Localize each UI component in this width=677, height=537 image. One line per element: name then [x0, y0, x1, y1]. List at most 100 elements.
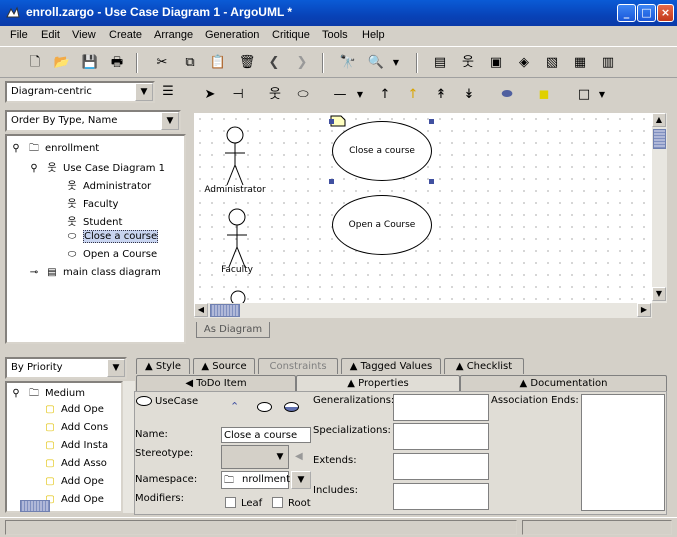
- tab-constraints[interactable]: Constraints: [258, 358, 338, 374]
- scroll-right-icon[interactable]: ▶: [637, 303, 651, 317]
- broom-tool-icon[interactable]: ⊣: [228, 85, 248, 105]
- menu-view[interactable]: View: [72, 29, 96, 41]
- todo-item[interactable]: ▢ Add Insta: [43, 440, 108, 451]
- scroll-thumb[interactable]: [653, 129, 666, 149]
- menu-critique[interactable]: Critique: [272, 29, 310, 41]
- find-icon[interactable]: 🔭: [338, 53, 358, 73]
- order-combo[interactable]: Order By Type, Name ▼: [5, 110, 181, 132]
- leaf-checkbox[interactable]: [225, 497, 236, 509]
- usecase-open-course[interactable]: Open a Course: [332, 195, 432, 255]
- specializations-list[interactable]: [393, 423, 489, 450]
- deployment-diagram-icon[interactable]: ▥: [598, 53, 618, 73]
- selection-handle[interactable]: [329, 119, 334, 124]
- sequence-diagram-icon[interactable]: ▦: [570, 53, 590, 73]
- namespace-combo[interactable]: 🗀 nrollment: [221, 471, 290, 489]
- tab-documentation[interactable]: ▲ Documentation: [460, 375, 667, 391]
- zoom-dropdown-icon[interactable]: ▼: [386, 53, 406, 73]
- select-tool-icon[interactable]: ➤: [200, 85, 220, 105]
- todo-scroll-thumb[interactable]: [20, 500, 50, 512]
- todo-item[interactable]: ▢ Add Cons: [43, 422, 108, 433]
- tree-node-enrollment[interactable]: ⚲ 🗀 enrollment: [9, 141, 99, 158]
- expand-handle-icon[interactable]: ⊸: [27, 267, 41, 278]
- actor-figure-student[interactable]: [230, 289, 246, 303]
- tree-node-usecase-diagram[interactable]: ⚲ 웃 Use Case Diagram 1: [27, 159, 165, 174]
- expand-handle-icon[interactable]: ⚲: [27, 163, 41, 174]
- rectangle-tool-icon[interactable]: □: [574, 85, 594, 105]
- tab-checklist[interactable]: ▲ Checklist: [444, 358, 524, 374]
- new-extension-point-icon[interactable]: [284, 402, 299, 412]
- cut-icon[interactable]: ✂: [152, 53, 172, 73]
- diagram-horizontal-scrollbar[interactable]: ◀ ▶: [194, 303, 652, 318]
- tree-node-class-diagram[interactable]: ⊸ ▤ main class diagram: [27, 267, 161, 278]
- selection-handle[interactable]: [329, 179, 334, 184]
- todo-item[interactable]: ▢ Add Asso: [43, 458, 107, 469]
- tree-node-student[interactable]: 웃 Student: [65, 213, 122, 228]
- comment-tool-icon[interactable]: ◼: [534, 85, 554, 105]
- chevron-down-icon[interactable]: ▼: [592, 85, 612, 105]
- generalization-tool-icon[interactable]: ↑: [403, 85, 423, 105]
- perspective-combo[interactable]: Diagram-centric ▼: [5, 81, 155, 103]
- scroll-down-icon[interactable]: ▼: [652, 287, 666, 301]
- chevron-down-icon[interactable]: ▼: [135, 83, 153, 101]
- expand-handle-icon[interactable]: ⚲: [9, 388, 23, 399]
- todo-item[interactable]: ▢Add Ope: [43, 404, 104, 415]
- includes-list[interactable]: [393, 483, 489, 510]
- collaboration-diagram-icon[interactable]: ▧: [542, 53, 562, 73]
- chevron-down-icon[interactable]: ▼: [161, 112, 179, 130]
- menu-generation[interactable]: Generation: [205, 29, 259, 41]
- copy-icon[interactable]: ⧉: [180, 53, 200, 73]
- save-icon[interactable]: 💾: [80, 53, 100, 73]
- new-file-icon[interactable]: 🗋: [25, 53, 45, 73]
- selection-handle[interactable]: [429, 179, 434, 184]
- back-icon[interactable]: ❮: [264, 53, 284, 73]
- tree-node-open-course[interactable]: ⬭ Open a Course: [65, 249, 157, 260]
- chevron-down-icon[interactable]: ▼: [107, 359, 125, 377]
- extension-point-tool-icon[interactable]: ⬬: [497, 85, 517, 105]
- tab-style[interactable]: ▲ Style: [136, 358, 190, 374]
- activity-diagram-icon[interactable]: ◈: [514, 53, 534, 73]
- chevron-down-icon[interactable]: ▼: [291, 471, 311, 489]
- todo-priority-combo[interactable]: By Priority ▼: [5, 357, 127, 379]
- association-ends-list[interactable]: [581, 394, 665, 511]
- scroll-thumb[interactable]: [210, 304, 240, 317]
- diagram-canvas[interactable]: Administrator Faculty Close a course Ope…: [194, 113, 652, 303]
- include-tool-icon[interactable]: ↡: [459, 85, 479, 105]
- new-usecase-icon[interactable]: [257, 402, 272, 412]
- maximize-button[interactable]: □: [637, 4, 656, 22]
- perspective-config-icon[interactable]: ☰: [158, 82, 178, 102]
- tree-node-faculty[interactable]: 웃 Faculty: [65, 195, 118, 210]
- menu-file[interactable]: File: [10, 29, 28, 41]
- menu-arrange[interactable]: Arrange: [154, 29, 193, 41]
- tree-node-administrator[interactable]: 웃 Administrator: [65, 177, 151, 192]
- zoom-icon[interactable]: 🔍: [366, 53, 386, 73]
- usecase-close-course[interactable]: Close a course: [332, 121, 432, 181]
- tab-source[interactable]: ▲ Source: [193, 358, 255, 374]
- tab-todo-item[interactable]: ◀ ToDo Item: [136, 375, 296, 391]
- delete-icon[interactable]: 🗑: [237, 53, 257, 73]
- association-tool-icon[interactable]: —: [330, 85, 350, 105]
- tab-properties[interactable]: ▲ Properties: [296, 375, 460, 391]
- actor-tool-icon[interactable]: 웃: [265, 85, 285, 105]
- name-input[interactable]: [221, 427, 311, 443]
- scroll-up-icon[interactable]: ▲: [652, 113, 666, 127]
- usecase-tool-icon[interactable]: ⬭: [293, 85, 313, 105]
- actor-figure-administrator[interactable]: [222, 125, 248, 187]
- menu-help[interactable]: Help: [362, 29, 385, 41]
- state-diagram-icon[interactable]: ▣: [486, 53, 506, 73]
- stereotype-combo[interactable]: ▼: [221, 445, 289, 469]
- generalizations-list[interactable]: [393, 394, 489, 421]
- tab-as-diagram[interactable]: As Diagram: [196, 322, 270, 338]
- tree-node-close-course[interactable]: ⬭ Close a course: [65, 230, 159, 243]
- usecase-diagram-icon[interactable]: 웃: [458, 53, 478, 73]
- class-diagram-icon[interactable]: ▤: [430, 53, 450, 73]
- forward-icon[interactable]: ❯: [292, 53, 312, 73]
- diagram-vertical-scrollbar[interactable]: ▲ ▼: [652, 113, 667, 303]
- chevron-down-icon[interactable]: ▼: [272, 447, 288, 467]
- extend-tool-icon[interactable]: ↟: [431, 85, 451, 105]
- todo-item[interactable]: ▢Add Ope: [43, 494, 104, 505]
- actor-figure-faculty[interactable]: [224, 207, 250, 269]
- dependency-tool-icon[interactable]: ↑: [375, 85, 395, 105]
- chevron-down-icon[interactable]: ▼: [350, 85, 370, 105]
- extends-list[interactable]: [393, 453, 489, 480]
- navigate-up-icon[interactable]: ⌃: [230, 400, 239, 413]
